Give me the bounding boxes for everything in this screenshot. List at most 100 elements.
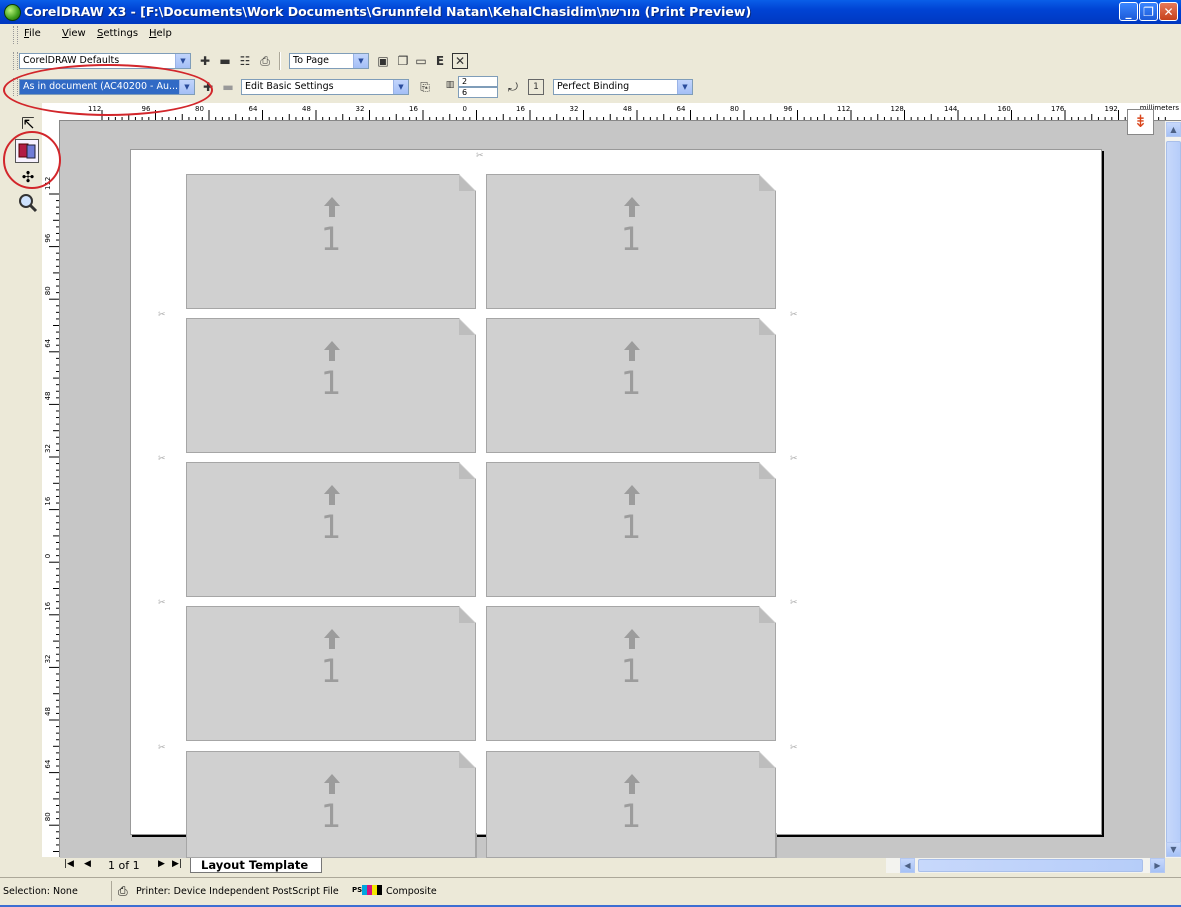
menu-view[interactable]: View (62, 28, 86, 39)
first-page-icon[interactable]: |◀ (64, 859, 74, 869)
ruler-label: 16 (516, 105, 525, 113)
full-screen-icon[interactable]: ▣ (375, 53, 391, 69)
page-thumbnail[interactable]: 1 (486, 174, 776, 309)
page-thumbnail[interactable]: 1 (486, 462, 776, 597)
page-number: 1 (620, 508, 642, 546)
page-numbering-icon[interactable]: 1 (528, 79, 544, 95)
ruler-label: 16 (409, 105, 418, 113)
tab-layout-template[interactable]: Layout Template (190, 858, 322, 873)
next-page-icon[interactable]: ▶ (158, 859, 165, 869)
collapse-toolbar-button[interactable]: ⇟ (1127, 109, 1154, 135)
ruler-label: 48 (44, 707, 52, 716)
columns-value: 6 (462, 88, 468, 97)
maximize-button[interactable]: ❐ (1139, 2, 1158, 21)
menu-file[interactable]: File (24, 28, 41, 39)
page-count: 1 of 1 (108, 859, 140, 872)
ruler-label: 48 (44, 391, 52, 400)
horizontal-ruler[interactable]: 112 96 80 64 48 32 16 0 16 32 48 64 80 96 112 128 144 160… (42, 103, 1181, 121)
binding-combo[interactable]: Perfect Binding ▼ (553, 79, 693, 95)
scissors-icon: ✂ (158, 598, 166, 608)
vertical-ruler-ticks: 11296806448321601632486480 (44, 177, 59, 872)
page-thumbnail[interactable]: 1 (486, 606, 776, 741)
previous-page-icon[interactable]: ◀ (84, 859, 91, 869)
menu-grip[interactable] (13, 26, 18, 44)
rotate-page-icon[interactable]: ⤾ (505, 79, 521, 95)
scissors-icon: ✂ (790, 454, 798, 464)
add-preset-icon[interactable]: ✚ (197, 53, 213, 69)
zoom-tool[interactable] (17, 192, 39, 214)
dog-ear-shadow (459, 175, 475, 191)
page-thumbnail[interactable]: 1 (486, 751, 776, 858)
remove-layout-icon[interactable]: ▬ (220, 79, 236, 95)
page-thumbnail[interactable]: 1 (186, 174, 476, 309)
bleed-line (486, 833, 487, 858)
up-arrow-icon (624, 629, 640, 649)
vertical-scroll-thumb[interactable] (1166, 141, 1181, 846)
annotation-circle-layout-tool (3, 131, 61, 189)
up-arrow-icon (324, 341, 340, 361)
scissors-icon: ✂ (158, 743, 166, 753)
chevron-down-icon[interactable]: ▼ (677, 80, 692, 94)
preview-canvas[interactable]: 1 1 1 1 1 1 1 1 1 1 ✂ ✂ ✂ ✂ ✂ ✂ ✂ ✂ ✂ (60, 121, 1165, 858)
page-number: 1 (320, 797, 342, 835)
page-thumbnail[interactable]: 1 (486, 318, 776, 453)
scroll-left-button[interactable]: ◀ (900, 858, 915, 873)
ruler-label: 192 (1105, 105, 1118, 113)
toolbar-grip[interactable] (13, 52, 18, 70)
printer-icon: ⎙ (118, 884, 128, 898)
minimize-button[interactable]: _ (1119, 2, 1138, 21)
vertical-scrollbar[interactable]: ▲ ▼ (1165, 121, 1181, 858)
horizontal-ruler-ticks: 112 96 80 64 48 32 16 0 16 32 48 64 80 96 112 128 144 160… (88, 105, 1166, 120)
horizontal-scroll-thumb[interactable] (918, 859, 1143, 872)
rows-spinner[interactable]: 2 (458, 76, 498, 87)
annotation-circle-layout-combo (3, 64, 213, 116)
status-bar: Selection: None ⎙ Printer: Device Indepe… (0, 877, 1181, 906)
invert-icon[interactable]: ▭ (413, 53, 429, 69)
ruler-label: 96 (44, 233, 52, 242)
menu-settings[interactable]: Settings (97, 28, 138, 39)
page-thumbnail[interactable]: 1 (186, 606, 476, 741)
ruler-label: 32 (570, 105, 579, 113)
ruler-label: 80 (44, 812, 52, 821)
menu-help[interactable]: Help (149, 28, 172, 39)
scroll-up-button[interactable]: ▲ (1166, 122, 1181, 137)
selection-status: Selection: None (3, 886, 78, 897)
color-separations-icon[interactable]: ❐ (395, 53, 411, 69)
print-options-icon[interactable]: ☷ (237, 53, 253, 69)
ruler-label: 64 (249, 105, 258, 113)
scissors-icon: ✂ (790, 598, 798, 608)
last-page-icon[interactable]: ▶| (172, 859, 182, 869)
ruler-label: 96 (784, 105, 793, 113)
coreldraw-app-icon[interactable] (4, 4, 21, 21)
mirror-icon[interactable]: E (432, 53, 448, 69)
postscript-badge: PS (352, 886, 363, 894)
vertical-ruler[interactable]: 112 96 80 64 48 32 16 0 16 32 48 64 80 (42, 120, 60, 872)
paper-orientation-icon[interactable]: ⎘ (417, 79, 433, 95)
remove-preset-icon[interactable]: ▬ (217, 53, 233, 69)
zoom-combo[interactable]: To Page ▼ (289, 53, 369, 69)
print-icon[interactable]: ⎙ (257, 53, 273, 69)
columns-spinner[interactable]: 6 (458, 87, 498, 98)
close-preview-icon[interactable]: ✕ (452, 53, 468, 69)
horizontal-scrollbar[interactable]: ◀ ▶ (886, 858, 1165, 873)
chevron-down-icon[interactable]: ▼ (175, 54, 190, 68)
edit-settings-combo[interactable]: Edit Basic Settings ▼ (241, 79, 409, 95)
page-navigator: |◀ ◀ 1 of 1 ▶ ▶| Layout Template (60, 858, 886, 873)
ruler-label: 32 (44, 444, 52, 453)
scissors-icon: ✂ (158, 310, 166, 320)
page-thumbnail[interactable]: 1 (186, 318, 476, 453)
cards-layer: 1 1 1 1 1 1 1 1 1 1 ✂ ✂ ✂ ✂ ✂ ✂ ✂ ✂ ✂ (60, 121, 1165, 858)
page-thumbnail[interactable]: 1 (186, 462, 476, 597)
chevron-down-icon[interactable]: ▼ (353, 54, 368, 68)
ruler-label: 16 (44, 601, 52, 610)
scroll-down-button[interactable]: ▼ (1166, 842, 1181, 857)
status-divider (111, 881, 112, 901)
page-number: 1 (620, 652, 642, 690)
scroll-right-button[interactable]: ▶ (1150, 858, 1165, 873)
close-button[interactable]: ✕ (1159, 2, 1178, 21)
chevron-down-icon[interactable]: ▼ (393, 80, 408, 94)
ruler-label: 176 (1051, 105, 1065, 113)
page-thumbnail[interactable]: 1 (186, 751, 476, 858)
printer-status: Printer: Device Independent PostScript F… (136, 886, 339, 897)
page-number: 1 (320, 508, 342, 546)
